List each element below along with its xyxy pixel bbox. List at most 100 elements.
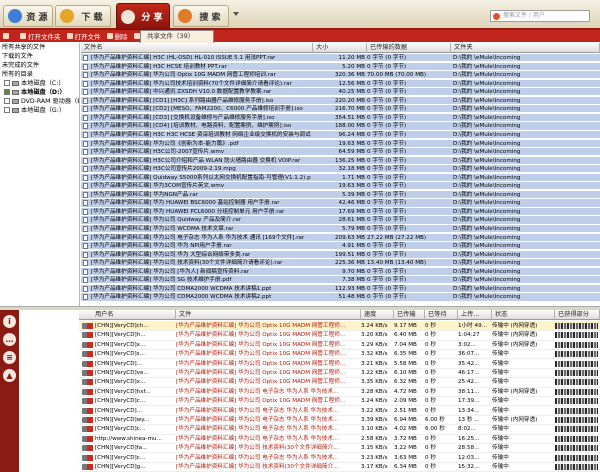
shared-files-table: 文件名 大小 已传输的数据 文件夹 [华为产品维护资料汇编] H3C (HL-O… bbox=[81, 43, 600, 306]
table-row[interactable]: [华为产品维护资料汇编] [CD3] [交换机设备维修与产品维修服务手册].is… bbox=[81, 113, 600, 123]
tree-node[interactable]: 本地磁盘（C:） bbox=[0, 79, 79, 88]
table-row[interactable]: [华为产品维护资料汇编] 华为公司 [华为人] 新闻稿宣传资料.rar 9.70 … bbox=[81, 267, 600, 276]
toolbar-menu-button[interactable] bbox=[0, 33, 14, 39]
col-transferred[interactable]: 已传输的数据 bbox=[367, 43, 451, 53]
table-cell: D:\我的 \eMule\Incoming bbox=[453, 123, 521, 130]
table-row[interactable]: [华为产品维护资料汇编] H3C公司介绍和产品 WLAN 防火墙路由器 交换机 … bbox=[81, 156, 600, 165]
table-row[interactable]: [华为产品维护资料汇编] 中兴通讯 ZXSDH V10.0 数据配置教学教案.r… bbox=[81, 88, 600, 97]
tree-node[interactable]: 未完成的文件 bbox=[0, 61, 79, 70]
tree-node[interactable]: 所有的目录 bbox=[0, 70, 79, 79]
tree-node[interactable]: 本地磁盘（G:） bbox=[0, 106, 79, 115]
table-row[interactable]: [华为产品维护资料汇编] H3C H3C HCSE 资深培训教材 网络企业级交换… bbox=[81, 130, 600, 140]
tab-search[interactable]: 搜 索 bbox=[173, 5, 229, 27]
table-cell: D:\我的 \eMule\Incoming bbox=[453, 140, 521, 147]
table-cell: 220.20 MB bbox=[334, 97, 365, 104]
table-row[interactable]: [华为产品维护资料汇编] 华为公司 Optix 10G MADM 网管工程师培训… bbox=[81, 71, 600, 80]
col-upload-time[interactable]: 上传... bbox=[458, 310, 492, 320]
col-obtained-parts[interactable]: 已获得部分 bbox=[555, 310, 600, 320]
tree-node[interactable]: 所有共享的文件 bbox=[0, 43, 79, 52]
table-row[interactable]: [CHN][VeryCD]g... [华为产品维护资料汇编] 华为公司 技术资料(… bbox=[79, 462, 600, 472]
table-cell: 0 字节 (0 字节) bbox=[367, 191, 407, 198]
table-row[interactable]: [华为产品维护资料汇编] 华为公司 Quidway 产品及简介.rar 28.61… bbox=[81, 216, 600, 225]
table-row[interactable]: [华为产品维护资料汇编] [CD4] [培训教材、电路资料、配置案例、维护案例]… bbox=[81, 122, 600, 131]
parts-bar bbox=[555, 360, 598, 367]
tree-node-label: DVD-RAM 驱动器（E:） bbox=[21, 98, 79, 105]
table-cell: D:\我的 \eMule\Incoming bbox=[453, 234, 521, 241]
col-folder[interactable]: 文件夹 bbox=[451, 43, 600, 53]
shared-files-tab[interactable]: 共享文件（39） bbox=[140, 30, 214, 43]
table-row[interactable]: [华为产品维护资料汇编] H3C (HL-OSD) HL-010 ISSUE 5… bbox=[81, 54, 600, 63]
client-icon bbox=[87, 407, 93, 414]
tabs-dropdown-icon[interactable] bbox=[233, 12, 239, 16]
table-cell: 0 字节 (0 字节) bbox=[367, 114, 407, 121]
file-icon bbox=[83, 157, 88, 164]
checkbox[interactable] bbox=[4, 80, 10, 86]
col-file[interactable]: 文件 bbox=[176, 310, 361, 320]
search-input[interactable]: 搜索文件 / 用户 bbox=[490, 10, 590, 22]
col-filename[interactable]: 文件名 bbox=[81, 43, 313, 53]
checkbox[interactable] bbox=[4, 89, 10, 95]
col-waited[interactable]: 已等待 bbox=[425, 310, 458, 320]
col-username[interactable]: 用户名 bbox=[79, 310, 176, 320]
table-cell: 51.48 MB bbox=[338, 294, 365, 301]
table-row[interactable]: [华为产品维护资料汇编] H3C公司-2007宣传片.wmv 64.59 MB 0 … bbox=[81, 148, 600, 157]
delete-button[interactable]: 删除 bbox=[106, 31, 128, 41]
table-row[interactable]: [华为产品维护资料汇编] 华为公司技术培训资料(70个文件详细简介请看评论).r… bbox=[81, 79, 600, 88]
upload-header: 用户名 文件 速度 已传输 已等待 上传... 状态 已获得部分 bbox=[79, 310, 600, 320]
table-row[interactable]: [华为产品维护资料汇编] 华为 HUAWEI BSC6000 基站控制器 用户手… bbox=[81, 199, 600, 208]
table-row[interactable]: [华为产品维护资料汇编] 华为公司 电子杂志 华为人系 华为技术 通讯 [169… bbox=[81, 233, 600, 242]
chat-icon[interactable]: … bbox=[3, 333, 16, 346]
client-icon bbox=[87, 388, 93, 395]
tree-node[interactable]: DVD-RAM 驱动器（E:） bbox=[0, 97, 79, 106]
open-folder-button[interactable]: 打开文件夹 bbox=[20, 31, 61, 41]
table-cell: 199.51 MB bbox=[334, 251, 365, 258]
table-cell: D:\我的 \eMule\Incoming bbox=[453, 200, 521, 207]
tab-downloads[interactable]: 下 载 bbox=[55, 5, 111, 27]
tree-node[interactable]: 本地磁盘（D:） bbox=[0, 88, 79, 97]
tab-resources[interactable]: 资 源 bbox=[3, 5, 53, 27]
list-icon[interactable]: ≡ bbox=[3, 351, 16, 364]
tab-share[interactable]: 分 享 bbox=[116, 3, 170, 30]
table-cell: D:\我的 \eMule\Incoming bbox=[453, 243, 521, 250]
table-row[interactable]: [华为产品维护资料汇编] 华为公司 SG 技术维护手册.pdf 7.38 MB 0 … bbox=[81, 276, 600, 285]
table-cell: D:\我的 \eMule\Incoming bbox=[453, 251, 521, 258]
table-row[interactable]: [华为产品维护资料汇编] [CD2] [MESO、FAM2200、C6000 产… bbox=[81, 105, 600, 114]
table-row[interactable]: [华为产品维护资料汇编] 华为公司《创新为本-能力篇》.pdf 19.63 MB 0… bbox=[81, 139, 600, 148]
table-cell: 209.63 MB bbox=[334, 234, 365, 241]
table-cell: D:\我的 \eMule\Incoming bbox=[453, 285, 521, 292]
table-row[interactable]: [华为产品维护资料汇编] 华为公司 CDMA2000 WCDMA 技术讲稿2.p… bbox=[81, 293, 600, 302]
col-speed[interactable]: 速度 bbox=[361, 310, 394, 320]
client-icon bbox=[87, 417, 93, 423]
upload-icon[interactable]: ▲ bbox=[3, 369, 16, 382]
col-uploaded[interactable]: 已传输 bbox=[394, 310, 425, 320]
table-row[interactable]: [华为产品维护资料汇编] [CD1] [H3C] 系列路由器产品维修服务手册].… bbox=[81, 96, 600, 105]
table-row[interactable]: [华为产品维护资料汇编] H3C HCSE 培训教材 PPT.rar 5.20 M… bbox=[81, 62, 600, 71]
table-cell: 7.38 MB bbox=[342, 277, 365, 284]
table-row[interactable]: [华为产品维护资料汇编] 华为公司 技术资料(30个文件详细简介请看评论).ra… bbox=[81, 259, 600, 268]
table-row[interactable]: [华为产品维护资料汇编] 华为公司 WCDMA 技术文章.rar 5.79 MB 0… bbox=[81, 225, 600, 234]
table-cell: D:\我的 \eMule\Incoming bbox=[453, 294, 521, 301]
table-row[interactable]: [华为产品维护资料汇编] 华为NGN产品.rar 5.39 MB 0 字节 (0 字… bbox=[81, 190, 600, 199]
info-icon[interactable]: i bbox=[3, 315, 16, 328]
table-row[interactable]: [华为产品维护资料汇编] 华为 HUAWEI PCL6000 分组控制单元 用户… bbox=[81, 207, 600, 217]
table-row[interactable]: [华为产品维护资料汇编] 华为3COM宣传片英文.wmv 19.63 MB 0 字节… bbox=[81, 182, 600, 191]
checkbox[interactable] bbox=[4, 107, 10, 113]
table-cell: [CHN][VeryCD]g... bbox=[95, 464, 146, 470]
transfer-sidebar: i … ≡ ▲ bbox=[0, 310, 19, 472]
table-row[interactable]: [华为产品维护资料汇编] 华为公司 CDMA2000 WCDMA 技术讲稿1.p… bbox=[81, 284, 600, 294]
file-icon bbox=[83, 277, 88, 284]
table-cell: 0 字节 (0 字节) bbox=[367, 157, 407, 164]
table-cell: 188.00 MB bbox=[334, 123, 365, 130]
table-row[interactable]: [华为产品维护资料汇编] 华为公司 华为 大型综合网络带多类.rar 199.51… bbox=[81, 250, 600, 259]
open-file-button[interactable]: 打开文件 bbox=[66, 31, 101, 41]
tree-node[interactable]: 下载的文件 bbox=[0, 52, 79, 61]
table-row[interactable]: [华为产品维护资料汇编] Quidway S5000系列以太网交换机配置指南-可… bbox=[81, 173, 600, 182]
table-row[interactable]: [华为产品维护资料汇编] H3C公司宣传片2009-2.19.mpg 32.18 … bbox=[81, 165, 600, 174]
table-cell: [华为产品维护资料汇编] [CD3] [交换机设备维修与产品维修服务手册].is… bbox=[91, 114, 275, 121]
table-cell: [华为产品维护资料汇编] H3C公司介绍和产品 WLAN 防火墙路由器 交换机 … bbox=[91, 157, 301, 164]
col-size[interactable]: 大小 bbox=[313, 43, 367, 53]
checkbox[interactable] bbox=[4, 98, 10, 104]
table-row[interactable]: [华为产品维护资料汇编] 华为公司 华为 NPI用户手册.rar 4.91 MB 0… bbox=[81, 242, 600, 251]
file-icon bbox=[83, 294, 88, 301]
col-status[interactable]: 状态 bbox=[492, 310, 555, 320]
